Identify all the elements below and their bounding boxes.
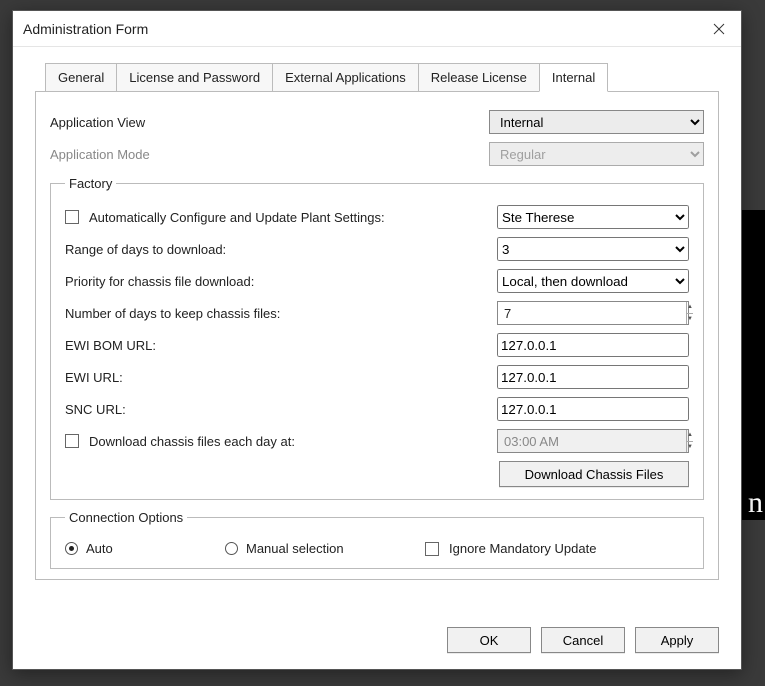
keep-days-label: Number of days to keep chassis files: bbox=[65, 306, 280, 321]
download-chassis-button[interactable]: Download Chassis Files bbox=[499, 461, 689, 487]
plant-select[interactable]: Ste Therese bbox=[497, 205, 689, 229]
admin-form-dialog: Administration Form General License and … bbox=[12, 10, 742, 670]
download-at-up-icon: ▲ bbox=[687, 430, 693, 442]
tab-release[interactable]: Release License bbox=[418, 63, 540, 91]
snc-input[interactable] bbox=[497, 397, 689, 421]
tab-external[interactable]: External Applications bbox=[272, 63, 419, 91]
radio-dot-icon bbox=[65, 542, 78, 555]
ewi-input[interactable] bbox=[497, 365, 689, 389]
keep-days-spinner[interactable]: ▲ ▼ bbox=[497, 301, 689, 325]
app-mode-label: Application Mode bbox=[50, 147, 350, 162]
ignore-update-checkbox[interactable] bbox=[425, 542, 439, 556]
ok-button[interactable]: OK bbox=[447, 627, 531, 653]
titlebar: Administration Form bbox=[13, 11, 741, 47]
factory-legend: Factory bbox=[65, 176, 116, 191]
range-days-select[interactable]: 3 bbox=[497, 237, 689, 261]
range-days-label: Range of days to download: bbox=[65, 242, 226, 257]
connection-group: Connection Options Auto Manual selection… bbox=[50, 510, 704, 569]
connection-auto-radio[interactable]: Auto bbox=[65, 541, 225, 556]
download-at-label: Download chassis files each day at: bbox=[89, 434, 295, 449]
ignore-update-checkbox-row[interactable]: Ignore Mandatory Update bbox=[425, 541, 596, 556]
connection-legend: Connection Options bbox=[65, 510, 187, 525]
tab-pane-internal: Application View Internal Application Mo… bbox=[35, 91, 719, 580]
auto-configure-checkbox[interactable] bbox=[65, 210, 79, 224]
download-at-checkbox[interactable] bbox=[65, 434, 79, 448]
download-at-spinner: ▲ ▼ bbox=[497, 429, 689, 453]
tab-internal[interactable]: Internal bbox=[539, 63, 608, 92]
snc-label: SNC URL: bbox=[65, 402, 126, 417]
download-at-down-icon: ▼ bbox=[687, 442, 693, 453]
ewi-label: EWI URL: bbox=[65, 370, 123, 385]
connection-manual-label: Manual selection bbox=[246, 541, 344, 556]
app-mode-select: Regular bbox=[489, 142, 704, 166]
cancel-button[interactable]: Cancel bbox=[541, 627, 625, 653]
dialog-footer: OK Cancel Apply bbox=[13, 615, 741, 669]
radio-dot-icon bbox=[225, 542, 238, 555]
keep-days-down-icon[interactable]: ▼ bbox=[687, 314, 693, 325]
ignore-update-label: Ignore Mandatory Update bbox=[449, 541, 596, 556]
connection-auto-label: Auto bbox=[86, 541, 113, 556]
ewi-bom-label: EWI BOM URL: bbox=[65, 338, 156, 353]
keep-days-input[interactable] bbox=[498, 301, 686, 325]
tab-license[interactable]: License and Password bbox=[116, 63, 273, 91]
apply-button[interactable]: Apply bbox=[635, 627, 719, 653]
tab-general[interactable]: General bbox=[45, 63, 117, 91]
priority-select[interactable]: Local, then download bbox=[497, 269, 689, 293]
auto-configure-label: Automatically Configure and Update Plant… bbox=[89, 210, 385, 225]
priority-label: Priority for chassis file download: bbox=[65, 274, 254, 289]
close-button[interactable] bbox=[697, 11, 741, 47]
connection-manual-radio[interactable]: Manual selection bbox=[225, 541, 385, 556]
ewi-bom-input[interactable] bbox=[497, 333, 689, 357]
close-icon bbox=[713, 23, 725, 35]
download-at-input bbox=[498, 429, 686, 453]
app-view-label: Application View bbox=[50, 115, 350, 130]
keep-days-up-icon[interactable]: ▲ bbox=[687, 302, 693, 314]
tab-strip: General License and Password External Ap… bbox=[45, 62, 719, 91]
app-view-select[interactable]: Internal bbox=[489, 110, 704, 134]
factory-group: Factory Automatically Configure and Upda… bbox=[50, 176, 704, 500]
window-title: Administration Form bbox=[23, 21, 148, 37]
